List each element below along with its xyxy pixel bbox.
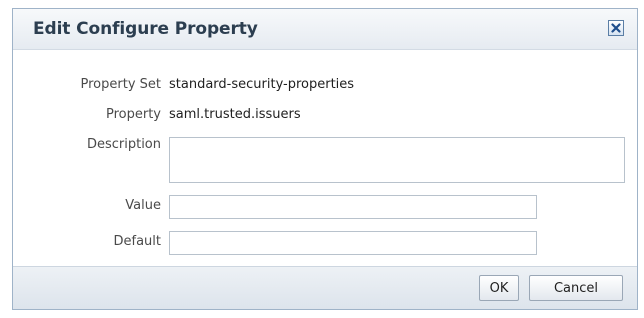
value-field[interactable] bbox=[169, 195, 537, 219]
ok-button[interactable]: OK bbox=[479, 275, 519, 301]
property-set-value: standard-security-properties bbox=[169, 77, 355, 92]
dialog-titlebar: Edit Configure Property bbox=[13, 9, 637, 50]
description-label: Description bbox=[86, 137, 161, 152]
property-label: Property bbox=[105, 107, 161, 122]
default-field[interactable] bbox=[169, 231, 537, 255]
cancel-button[interactable]: Cancel bbox=[529, 275, 623, 301]
property-value: saml.trusted.issuers bbox=[169, 107, 301, 122]
edit-configure-property-dialog: Edit Configure Property Property Set sta… bbox=[12, 8, 638, 310]
default-label: Default bbox=[113, 234, 162, 249]
close-button[interactable] bbox=[608, 20, 624, 36]
value-label: Value bbox=[125, 198, 161, 213]
dialog-footer: OK Cancel bbox=[13, 266, 637, 309]
close-icon bbox=[611, 23, 621, 33]
dialog-title: Edit Configure Property bbox=[33, 19, 258, 39]
property-set-label: Property Set bbox=[80, 77, 162, 92]
description-field[interactable] bbox=[169, 137, 625, 183]
